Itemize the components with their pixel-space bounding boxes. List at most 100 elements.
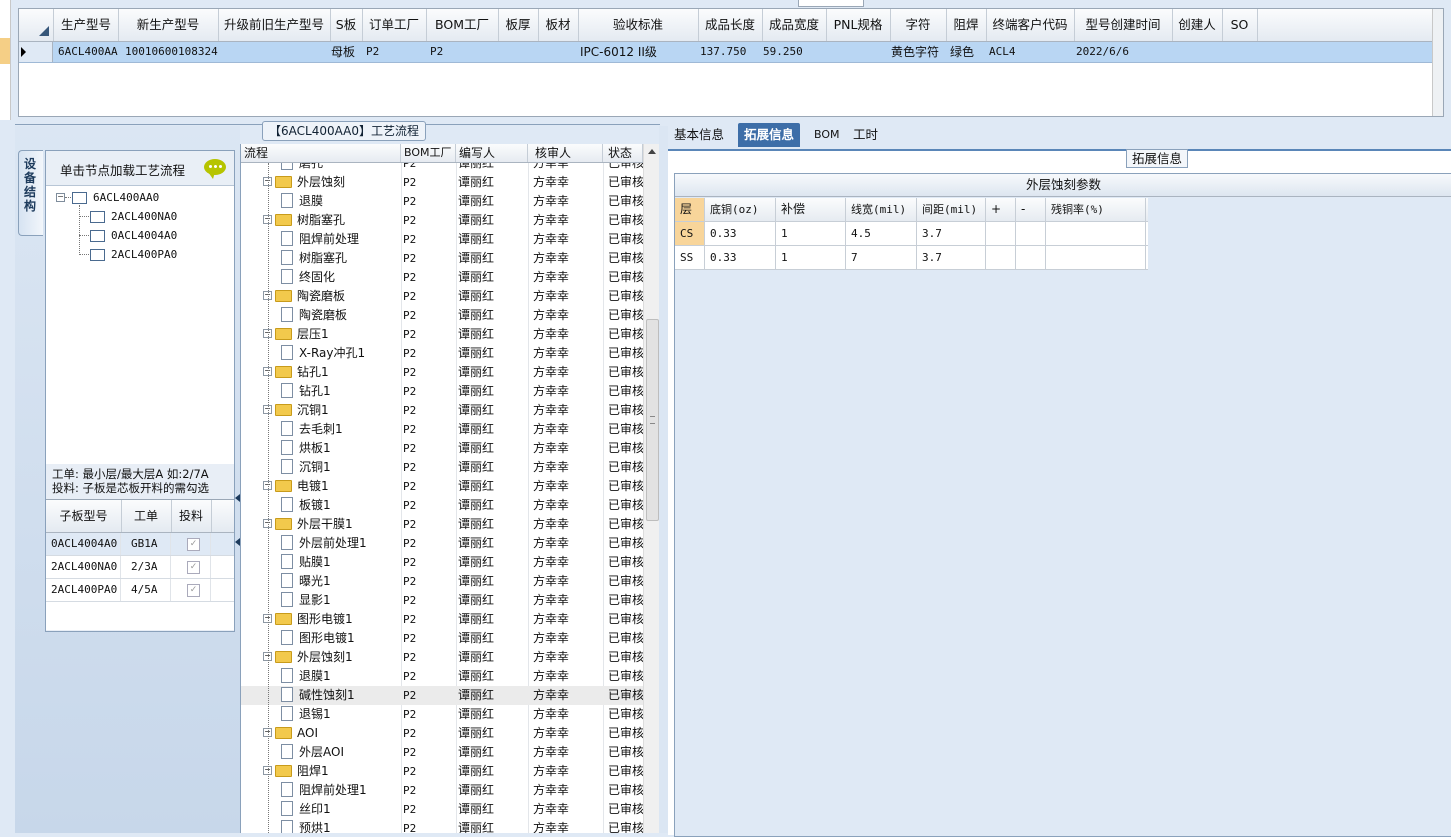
process-step-row[interactable]: 退膜1 P2 谭丽红 方幸幸 已审核 [241, 667, 643, 686]
col-order-factory[interactable]: 订单工厂 [362, 9, 427, 41]
col-new-model[interactable]: 新生产型号 [118, 9, 219, 41]
col-pnl[interactable]: PNL规格 [826, 9, 891, 41]
writer-cell[interactable]: 谭丽红 [458, 173, 528, 192]
bom-factory-cell[interactable]: P2 [403, 249, 458, 268]
process-step-row[interactable]: 丝印1 P2 谭丽红 方幸幸 已审核 [241, 800, 643, 819]
process-step-row[interactable]: 板镀1 P2 谭丽红 方幸幸 已审核 [241, 496, 643, 515]
col-base-copper[interactable]: 底铜(oz) [705, 198, 776, 221]
reviewer-cell[interactable]: 方幸幸 [533, 572, 608, 591]
flow-name-cell[interactable]: − 沉铜1 [263, 401, 393, 420]
process-flow-grid[interactable]: 流程 BOM工厂 编写人 核审人 状态 磨孔 P2 谭丽红 方幸幸 已审核 − 外层蚀刻 P2… [240, 144, 660, 833]
reviewer-cell[interactable]: 方幸幸 [533, 268, 608, 287]
writer-cell[interactable]: 谭丽红 [458, 724, 528, 743]
cell-char[interactable]: 黄色字符 [887, 42, 946, 62]
col-layer[interactable]: 层 [675, 198, 705, 221]
cell-thickness[interactable] [498, 42, 538, 62]
process-step-row[interactable]: 图形电镀1 P2 谭丽红 方幸幸 已审核 [241, 629, 643, 648]
cell-plus[interactable] [986, 222, 1016, 245]
status-cell[interactable]: 已审核 [608, 781, 643, 800]
bom-factory-cell[interactable]: P2 [403, 163, 458, 173]
flow-name-cell[interactable]: − AOI [263, 724, 393, 743]
status-cell[interactable]: 已审核 [608, 173, 643, 192]
cell-minus[interactable] [1016, 246, 1046, 269]
bom-factory-cell[interactable]: P2 [403, 173, 458, 192]
bom-factory-cell[interactable]: P2 [403, 439, 458, 458]
middle-splitter[interactable] [659, 126, 668, 833]
reviewer-cell[interactable]: 方幸幸 [533, 287, 608, 306]
cell-so[interactable] [1222, 42, 1257, 62]
sub-board-grid[interactable]: 子板型号 工单 投料 0ACL4004A0 GB1A ✓ 2ACL400NA0 … [46, 499, 234, 630]
bom-factory-cell[interactable]: P2 [403, 458, 458, 477]
bom-factory-cell[interactable]: P2 [403, 534, 458, 553]
col-bom-factory[interactable]: BOM工厂 [401, 144, 456, 162]
model-grid[interactable]: 生产型号 新生产型号 升级前旧生产型号 S板 订单工厂 BOM工厂 板厚 板材 … [18, 8, 1444, 117]
writer-cell[interactable]: 谭丽红 [458, 591, 528, 610]
writer-cell[interactable]: 谭丽红 [458, 743, 528, 762]
status-cell[interactable]: 已审核 [608, 743, 643, 762]
cell-base-copper[interactable]: 0.33 [705, 246, 776, 269]
writer-cell[interactable]: 谭丽红 [458, 572, 528, 591]
bom-factory-cell[interactable]: P2 [403, 477, 458, 496]
cell-customer-code[interactable]: ACL4 [985, 42, 1074, 62]
col-spacing[interactable]: 间距(mil) [917, 198, 986, 221]
scroll-up-icon[interactable] [648, 149, 656, 154]
process-step-row[interactable]: 阻焊前处理 P2 谭丽红 方幸幸 已审核 [241, 230, 643, 249]
cell-line-width[interactable]: 7 [846, 246, 917, 269]
sub-grid-row[interactable]: 0ACL4004A0 GB1A ✓ [46, 533, 234, 556]
status-cell[interactable]: 已审核 [608, 325, 643, 344]
flow-name-cell[interactable]: 烘板1 [281, 439, 411, 458]
flow-name-cell[interactable]: 外层AOI [281, 743, 411, 762]
bom-factory-cell[interactable]: P2 [403, 363, 458, 382]
writer-cell[interactable]: 谭丽红 [458, 230, 528, 249]
col-solder[interactable]: 阻焊 [946, 9, 987, 41]
writer-cell[interactable]: 谭丽红 [458, 287, 528, 306]
col-old-model[interactable]: 升级前旧生产型号 [218, 9, 331, 41]
col-order[interactable]: 工单 [121, 500, 172, 532]
reviewer-cell[interactable]: 方幸幸 [533, 724, 608, 743]
process-step-row[interactable]: 树脂塞孔 P2 谭丽红 方幸幸 已审核 [241, 249, 643, 268]
col-created[interactable]: 型号创建时间 [1074, 9, 1173, 41]
collapse-icon[interactable]: − [56, 193, 65, 202]
row-indicator-cell[interactable] [19, 42, 53, 62]
col-prod-model[interactable]: 生产型号 [54, 9, 119, 41]
status-cell[interactable]: 已审核 [608, 648, 643, 667]
tree-node-child[interactable]: 0ACL4004A0 [90, 227, 177, 243]
reviewer-cell[interactable]: 方幸幸 [533, 344, 608, 363]
cell-plus[interactable] [986, 246, 1016, 269]
flow-name-cell[interactable]: 终固化 [281, 268, 411, 287]
status-cell[interactable]: 已审核 [608, 458, 643, 477]
cell-base-copper[interactable]: 0.33 [705, 222, 776, 245]
sub-grid-row[interactable]: 2ACL400PA0 4/5A ✓ [46, 579, 234, 602]
col-standard[interactable]: 验收标准 [578, 9, 699, 41]
flow-name-cell[interactable]: 树脂塞孔 [281, 249, 411, 268]
cell-sub-model[interactable]: 2ACL400NA0 [46, 556, 121, 578]
status-cell[interactable]: 已审核 [608, 800, 643, 819]
bom-factory-cell[interactable]: P2 [403, 572, 458, 591]
status-cell[interactable]: 已审核 [608, 496, 643, 515]
writer-cell[interactable]: 谭丽红 [458, 458, 528, 477]
process-group-row[interactable]: − 树脂塞孔 P2 谭丽红 方幸幸 已审核 [241, 211, 643, 230]
writer-cell[interactable]: 谭丽红 [458, 705, 528, 724]
flow-name-cell[interactable]: − 树脂塞孔 [263, 211, 393, 230]
process-step-row[interactable]: X-Ray冲孔1 P2 谭丽红 方幸幸 已审核 [241, 344, 643, 363]
reviewer-cell[interactable]: 方幸幸 [533, 800, 608, 819]
process-group-row[interactable]: − 层压1 P2 谭丽红 方幸幸 已审核 [241, 325, 643, 344]
cell-minus[interactable] [1016, 222, 1046, 245]
cell-standard[interactable]: IPC-6012 II级 [576, 42, 698, 62]
cell-compensation[interactable]: 1 [776, 222, 846, 245]
status-cell[interactable]: 已审核 [608, 382, 643, 401]
process-group-row[interactable]: − AOI P2 谭丽红 方幸幸 已审核 [241, 724, 643, 743]
status-cell[interactable]: 已审核 [608, 724, 643, 743]
flow-name-cell[interactable]: 退膜1 [281, 667, 411, 686]
scroll-thumb[interactable] [646, 319, 659, 521]
cell-residual-copper[interactable] [1046, 246, 1146, 269]
grid-corner-cell[interactable] [19, 9, 54, 41]
model-grid-scrollbar[interactable] [1432, 9, 1443, 116]
cell-layer[interactable]: CS [675, 222, 705, 245]
flow-name-cell[interactable]: − 层压1 [263, 325, 393, 344]
tab-basic-info[interactable]: 基本信息 [668, 123, 730, 147]
col-thickness[interactable]: 板厚 [498, 9, 539, 41]
flow-name-cell[interactable]: − 外层蚀刻1 [263, 648, 393, 667]
tree-node-root[interactable]: 6ACL400AA0 [72, 189, 159, 205]
writer-cell[interactable]: 谭丽红 [458, 306, 528, 325]
